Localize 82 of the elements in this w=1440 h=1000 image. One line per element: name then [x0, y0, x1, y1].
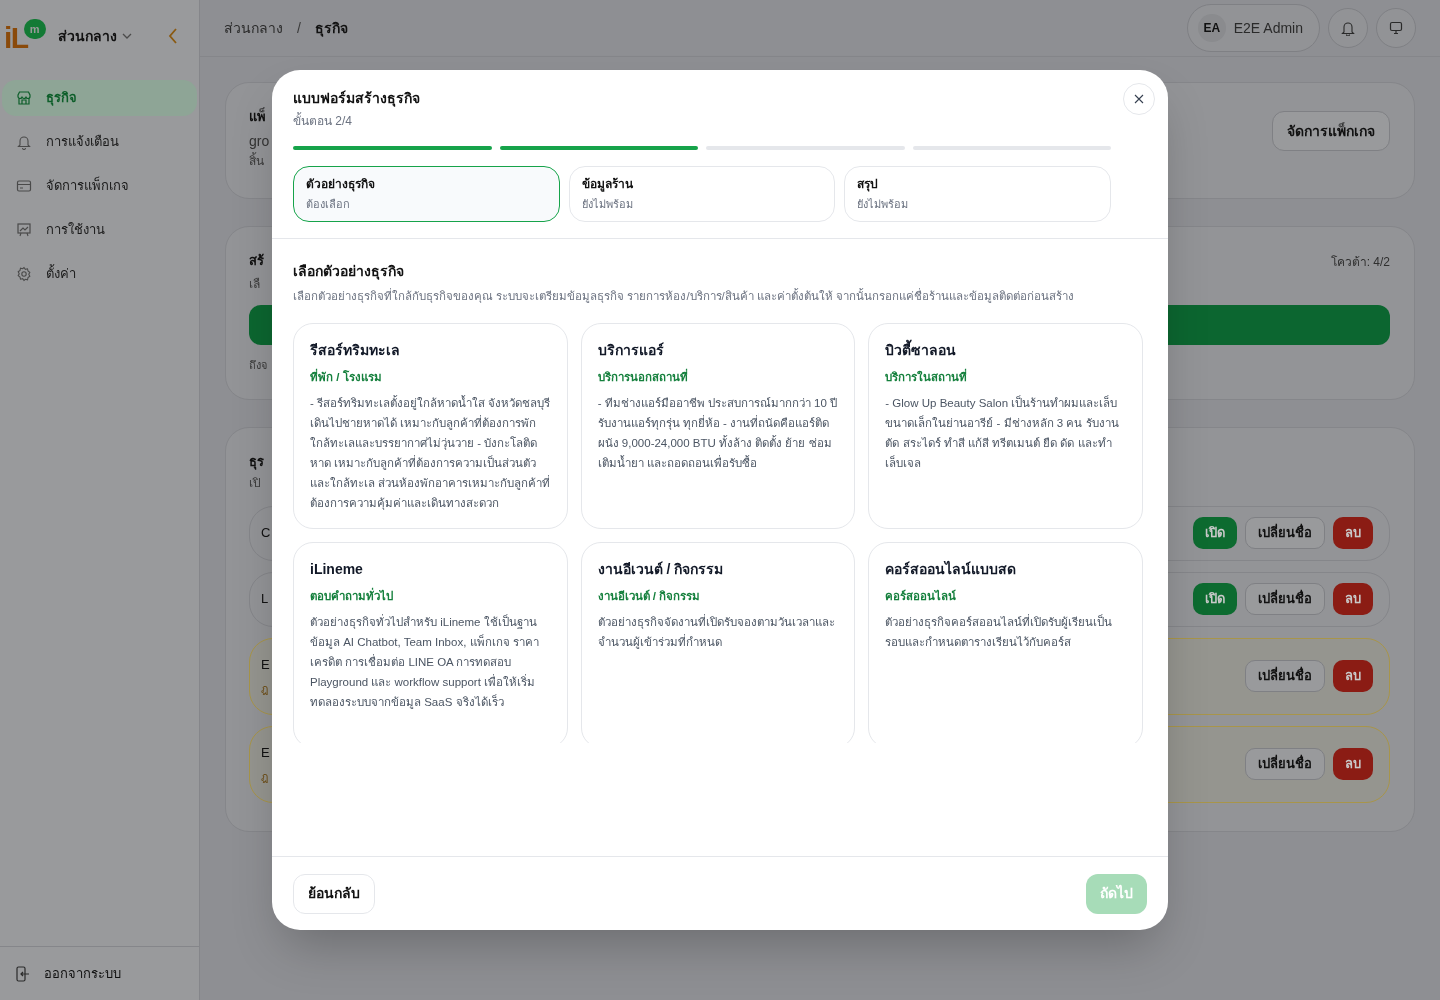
template-title: รีสอร์ทริมทะเล: [310, 341, 400, 361]
breadcrumb-separator: /: [297, 18, 301, 38]
template-card[interactable]: งานอีเวนต์ / กิจกรรม งานอีเวนต์ / กิจกรรม ตัวอย่างธุรกิจจัดงานที่เปิดรับจองตามวันเวลาและจำนวนผู้เข้าร่วมที่กำหนด: [580, 542, 856, 744]
rename-button[interactable]: เปลี่ยนชื่อ: [1245, 660, 1325, 692]
quota-text: โควต้า: 4/2: [1330, 254, 1390, 271]
template-title: บิวตี้ซาลอน: [885, 340, 957, 362]
close-icon: [1134, 94, 1144, 104]
package-expiry: สิ้น: [249, 151, 265, 170]
delete-button[interactable]: ลบ: [1333, 660, 1373, 692]
card-icon: [16, 178, 32, 194]
template-title: งานอีเวนต์ / กิจกรรม: [597, 560, 724, 580]
template-description: ตัวอย่างธุรกิจทั่วไปสำหรับ iLineme ใช้เป็นฐานข้อมูล AI Chatbot, Team Inbox, แพ็กเกจ ราคาเครดิต การเชื่อมต่อ LINE OA การทดสอบ Playground และ workflow support เพื่อให้เริ่มทดลองระบบจากข้อมูล SaaS จริงได้เร็ว: [310, 613, 540, 711]
rename-button[interactable]: เปลี่ยนชื่อ: [1245, 748, 1325, 780]
rename-button[interactable]: เปลี่ยนชื่อ: [1245, 583, 1325, 615]
card-title: สร้: [249, 252, 264, 270]
card-title: แพ็: [249, 107, 267, 126]
breadcrumb-item: ธุรกิจ: [314, 18, 348, 39]
sidebar-item[interactable]: จัดการแพ็กเกจ: [2, 168, 197, 204]
package-name: gro: [249, 131, 270, 151]
section-description: เลือกตัวอย่างธุรกิจที่ใกล้กับธุรกิจของคุณ ระบบจะเตรียมข้อมูลธุรกิจ รายการห้อง/บริการ/สินค้า และค่าตั้งต้นให้ จากนั้นกรอกแค่ชื่อร้านและข้อมูลติดต่อก่อนสร้าง: [293, 288, 1075, 305]
delete-button[interactable]: ลบ: [1333, 748, 1373, 780]
business-name: L: [261, 590, 269, 609]
display-button[interactable]: [1376, 8, 1416, 48]
store-icon: [16, 90, 32, 106]
template-title: บริการแอร์: [597, 341, 664, 361]
step-counter: ขั้นตอน 2/4: [293, 112, 352, 130]
business-note: ฎ: [261, 681, 269, 697]
chart-board-icon: [16, 222, 32, 238]
delete-button[interactable]: ลบ: [1333, 583, 1373, 615]
avatar: EA: [1197, 14, 1226, 42]
card-subtitle: เปิ: [249, 474, 261, 492]
logout-icon[interactable]: [16, 965, 30, 982]
template-title: iLineme: [310, 560, 363, 580]
template-category: บริการในสถานที่: [885, 369, 968, 387]
template-card[interactable]: [580, 323, 856, 530]
business-name: E: [261, 656, 270, 674]
dialog-title: แบบฟอร์มสร้างธุรกิจ: [293, 89, 420, 109]
sidebar-item[interactable]: การแจ้งเตือน: [2, 124, 197, 160]
limit-note: ถึงจ: [249, 357, 267, 373]
template-category: ที่พัก / โรงแรม: [310, 369, 382, 387]
template-description: ตัวอย่างธุรกิจจัดงานที่เปิดรับจองตามวันเวลาและจำนวนผู้เข้าร่วมที่กำหนด: [597, 613, 836, 651]
breadcrumb-item[interactable]: ส่วนกลาง: [224, 17, 283, 39]
template-description: - ทีมช่างแอร์มืออาชีพ ประสบการณ์มากกว่า 10 ปี รับงานแอร์ทุกรุ่น ทุกยี่ห้อ - งานที่ถนัดคือแอร์ติดผนัง 9,000-24,000 BTU ทั้งล้าง ติดตั้ง ย้าย ซ่อม เติมน้ำยา และถอดถอนเพื่อรับซื้อ: [597, 395, 839, 471]
template-description: ตัวอย่างธุรกิจคอร์สออนไลน์ที่เปิดรับผู้เรียนเป็นรอบและกำหนดตารางเรียนไว้กับคอร์ส: [885, 613, 1114, 650]
step-tab[interactable]: ข้อมูลร้าน ยังไม่พร้อม: [568, 166, 836, 222]
step-tab[interactable]: ตัวอย่างธุรกิจ ต้องเลือก: [293, 166, 560, 222]
workspace-name: ส่วนกลาง: [57, 26, 117, 46]
open-button[interactable]: เปิด: [1193, 517, 1237, 549]
back-button[interactable]: ย้อนกลับ: [293, 873, 375, 914]
user-name: E2E Admin: [1233, 18, 1303, 38]
template-category: งานอีเวนต์ / กิจกรรม: [597, 588, 701, 605]
sidebar-item[interactable]: การใช้งาน: [2, 212, 197, 248]
template-card[interactable]: [293, 542, 568, 744]
open-button[interactable]: เปิด: [1193, 583, 1237, 615]
monitor-icon: [1389, 21, 1403, 35]
business-name: E: [261, 744, 270, 762]
bell-icon: [16, 134, 32, 150]
bell-icon: [1341, 20, 1355, 36]
rename-button[interactable]: เปลี่ยนชื่อ: [1245, 517, 1325, 549]
template-card[interactable]: คอร์สออนไลน์แบบสด คอร์สออนไลน์ ตัวอย่างธุรกิจคอร์สออนไลน์ที่เปิดรับผู้เรียนเป็นรอบและกำหนดตารางเรียนไว้กับคอร์ส: [868, 542, 1143, 744]
template-category: บริการนอกสถานที่: [597, 369, 688, 387]
template-description: - รีสอร์ทริมทะเลตั้งอยู่ใกล้หาดน้ำใส จังหวัดชลบุรี เดินไปชายหาดได้ เหมาะกับลูกค้าที่ต้องการพักใกล้ทะเลและบรรยากาศไม่วุ่นวาย - บังกะโลติดหาด เหมาะกับลูกค้าที่ต้องการความเป็นส่วนตัวและใกล้ทะเล ส่วนห้องพักอาคารเหมาะกับลูกค้าที่ต้องการความคุ้มค่าและเดินทางสะดวก: [310, 394, 551, 512]
template-card[interactable]: บิวตี้ซาลอน บริการในสถานที่ - Glow Up Beauty Salon เป็นร้านทำผมและเล็บขนาดเล็กในย่านอารีย์ - มีช่างหลัก 3 คน รับงานตัด สระไดร์ ทำสี แก้สี ทรีตเมนต์ ยืด ดัด และทำเล็บเจล: [868, 323, 1143, 530]
logo-badge: m: [23, 19, 46, 39]
template-title: คอร์สออนไลน์แบบสด: [885, 560, 1017, 580]
step-tab[interactable]: สรุป ยังไม่พร้อม: [844, 166, 1111, 222]
business-name: C: [261, 524, 271, 543]
manage-package-button[interactable]: จัดการแพ็กเกจ: [1272, 111, 1390, 151]
business-note: ฎ: [261, 769, 269, 785]
settings-icon: [16, 266, 32, 282]
logout-button[interactable]: ออกจากระบบ: [44, 963, 121, 984]
section-title: เลือกตัวอย่างธุรกิจ: [293, 262, 404, 282]
delete-button[interactable]: ลบ: [1333, 517, 1373, 549]
sidebar-item[interactable]: ตั้งค่า: [2, 256, 197, 292]
template-description: - Glow Up Beauty Salon เป็นร้านทำผมและเล็บขนาดเล็กในย่านอารีย์ - มีช่างหลัก 3 คน รับงานตัด สระไดร์ ทำสี แก้สี ทรีตเมนต์ ยืด ดัด และทำเล็บเจล: [885, 394, 1120, 471]
user-menu[interactable]: EA E2E Admin: [1186, 4, 1320, 52]
template-card[interactable]: [293, 323, 568, 530]
template-category: คอร์สออนไลน์: [885, 588, 957, 605]
template-category: ตอบคำถามทั่วไป: [310, 588, 393, 606]
notification-button[interactable]: [1328, 8, 1368, 48]
card-subtitle: เลื: [249, 275, 261, 293]
card-title: ธุร: [249, 453, 264, 472]
